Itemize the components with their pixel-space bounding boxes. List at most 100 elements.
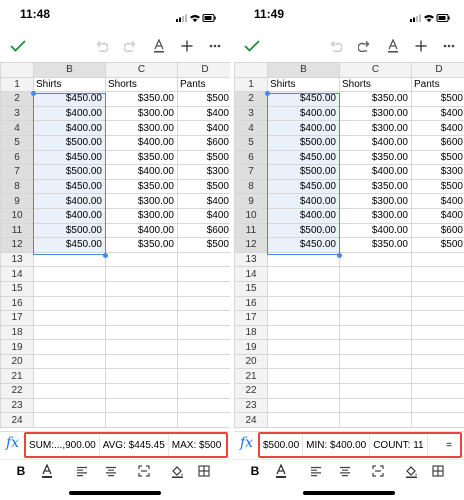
grid-cell[interactable] (339, 383, 412, 399)
grid-cell[interactable]: $400 (411, 193, 464, 209)
row-number[interactable]: 20 (0, 353, 34, 370)
grid-cell[interactable] (33, 266, 106, 282)
grid-cell[interactable]: $450.00 (33, 237, 106, 253)
row-number[interactable]: 7 (0, 164, 34, 180)
grid-cell[interactable]: $500 (177, 91, 230, 107)
row-number[interactable]: 12 (0, 237, 34, 253)
grid-cell[interactable]: $600 (177, 134, 230, 151)
grid-cell[interactable]: $400.00 (105, 134, 178, 151)
grid-cell[interactable] (411, 397, 464, 414)
column-header[interactable]: C (105, 62, 178, 78)
grid-cell[interactable] (105, 295, 178, 312)
grid-cell[interactable]: $500 (411, 178, 464, 195)
grid-cell[interactable] (339, 324, 412, 341)
grid-cell[interactable] (267, 339, 340, 355)
grid-cell[interactable] (177, 368, 230, 385)
row-number[interactable]: 9 (234, 193, 268, 209)
stat-chip[interactable]: SUM:...,900.00 (26, 434, 100, 456)
row-number[interactable]: 16 (234, 295, 268, 312)
fill-color-icon[interactable] (170, 463, 184, 479)
grid-cell[interactable]: $300.00 (339, 207, 412, 224)
grid-cell[interactable]: $450.00 (267, 178, 340, 195)
stat-chip[interactable]: AVG: $445.45 (100, 434, 169, 456)
redo-icon[interactable] (122, 34, 138, 58)
grid-cell[interactable]: $400 (177, 193, 230, 209)
undo-icon[interactable] (94, 34, 110, 58)
grid-cell[interactable] (411, 324, 464, 341)
grid-cell[interactable] (411, 280, 464, 297)
add-icon[interactable] (179, 34, 195, 58)
grid-cell[interactable] (339, 280, 412, 297)
grid-cell[interactable]: $600 (411, 222, 464, 239)
row-number[interactable]: 20 (234, 353, 268, 370)
grid-cell[interactable] (105, 266, 178, 282)
row-number[interactable]: 22 (0, 383, 34, 399)
row-number[interactable]: 6 (234, 149, 268, 166)
align-left-icon[interactable] (75, 463, 89, 479)
grid-corner[interactable] (234, 62, 268, 78)
grid-cell[interactable]: $450.00 (267, 237, 340, 253)
grid-cell[interactable] (33, 353, 106, 370)
grid-cell[interactable] (411, 251, 464, 268)
grid-cell[interactable]: $400 (177, 207, 230, 224)
grid-cell[interactable] (411, 412, 464, 428)
grid-cell[interactable]: $500.00 (267, 222, 340, 239)
grid-cell[interactable] (105, 368, 178, 385)
grid-cell[interactable] (339, 397, 412, 414)
done-check-icon[interactable] (242, 34, 262, 58)
grid-cell[interactable] (105, 324, 178, 341)
grid-cell[interactable] (339, 251, 412, 268)
column-header[interactable]: D (177, 62, 230, 78)
row-number[interactable]: 4 (0, 120, 34, 136)
grid-cell[interactable] (267, 266, 340, 282)
grid-cell[interactable]: $300.00 (339, 120, 412, 136)
merge-cells-icon[interactable] (137, 463, 151, 479)
grid-cell[interactable]: $400.00 (267, 207, 340, 224)
grid-cell[interactable]: $450.00 (267, 149, 340, 166)
grid-cell[interactable]: $350.00 (339, 91, 412, 107)
grid-corner[interactable] (0, 62, 34, 78)
row-number[interactable]: 2 (0, 91, 34, 107)
row-number[interactable]: 11 (0, 222, 34, 239)
grid-cell[interactable]: $450.00 (33, 149, 106, 166)
grid-cell[interactable]: $600 (411, 134, 464, 151)
grid-cell[interactable]: $350.00 (339, 237, 412, 253)
row-number[interactable]: 1 (0, 76, 34, 93)
row-number[interactable]: 19 (234, 339, 268, 355)
spreadsheet-grid[interactable]: B C D 1 Shirts Shorts Pants 2 $450.00 $350.00 $500… (234, 62, 464, 429)
grid-cell[interactable]: $500.00 (267, 164, 340, 180)
grid-cell[interactable] (177, 412, 230, 428)
grid-cell[interactable] (411, 353, 464, 370)
home-indicator[interactable] (69, 491, 161, 495)
row-number[interactable]: 13 (0, 251, 34, 268)
grid-cell[interactable]: Shorts (339, 76, 412, 93)
grid-cell[interactable] (267, 368, 340, 385)
grid-cell[interactable]: $300 (411, 164, 464, 180)
grid-cell[interactable] (339, 295, 412, 312)
text-color-button[interactable] (274, 463, 288, 479)
vertical-align-icon[interactable] (338, 463, 352, 479)
grid-cell[interactable]: $500 (177, 149, 230, 166)
grid-cell[interactable]: Pants (177, 76, 230, 93)
row-number[interactable]: 3 (234, 105, 268, 122)
vertical-align-icon[interactable] (104, 463, 118, 479)
stat-chip[interactable]: = (438, 434, 460, 456)
grid-cell[interactable]: $500.00 (33, 134, 106, 151)
grid-cell[interactable]: $300 (177, 164, 230, 180)
grid-cell[interactable] (177, 397, 230, 414)
grid-cell[interactable] (33, 339, 106, 355)
text-format-icon[interactable] (151, 34, 167, 58)
grid-cell[interactable]: $400.00 (105, 222, 178, 239)
grid-cell[interactable]: $400.00 (267, 193, 340, 209)
grid-cell[interactable]: $400.00 (33, 207, 106, 224)
grid-cell[interactable] (177, 353, 230, 370)
grid-cell[interactable]: $500 (411, 91, 464, 107)
grid-cell[interactable]: $400.00 (33, 120, 106, 136)
grid-cell[interactable] (33, 368, 106, 385)
grid-cell[interactable] (267, 324, 340, 341)
grid-cell[interactable] (339, 412, 412, 428)
row-number[interactable]: 2 (234, 91, 268, 107)
grid-cell[interactable] (177, 266, 230, 282)
grid-cell[interactable] (411, 266, 464, 282)
row-number[interactable]: 19 (0, 339, 34, 355)
